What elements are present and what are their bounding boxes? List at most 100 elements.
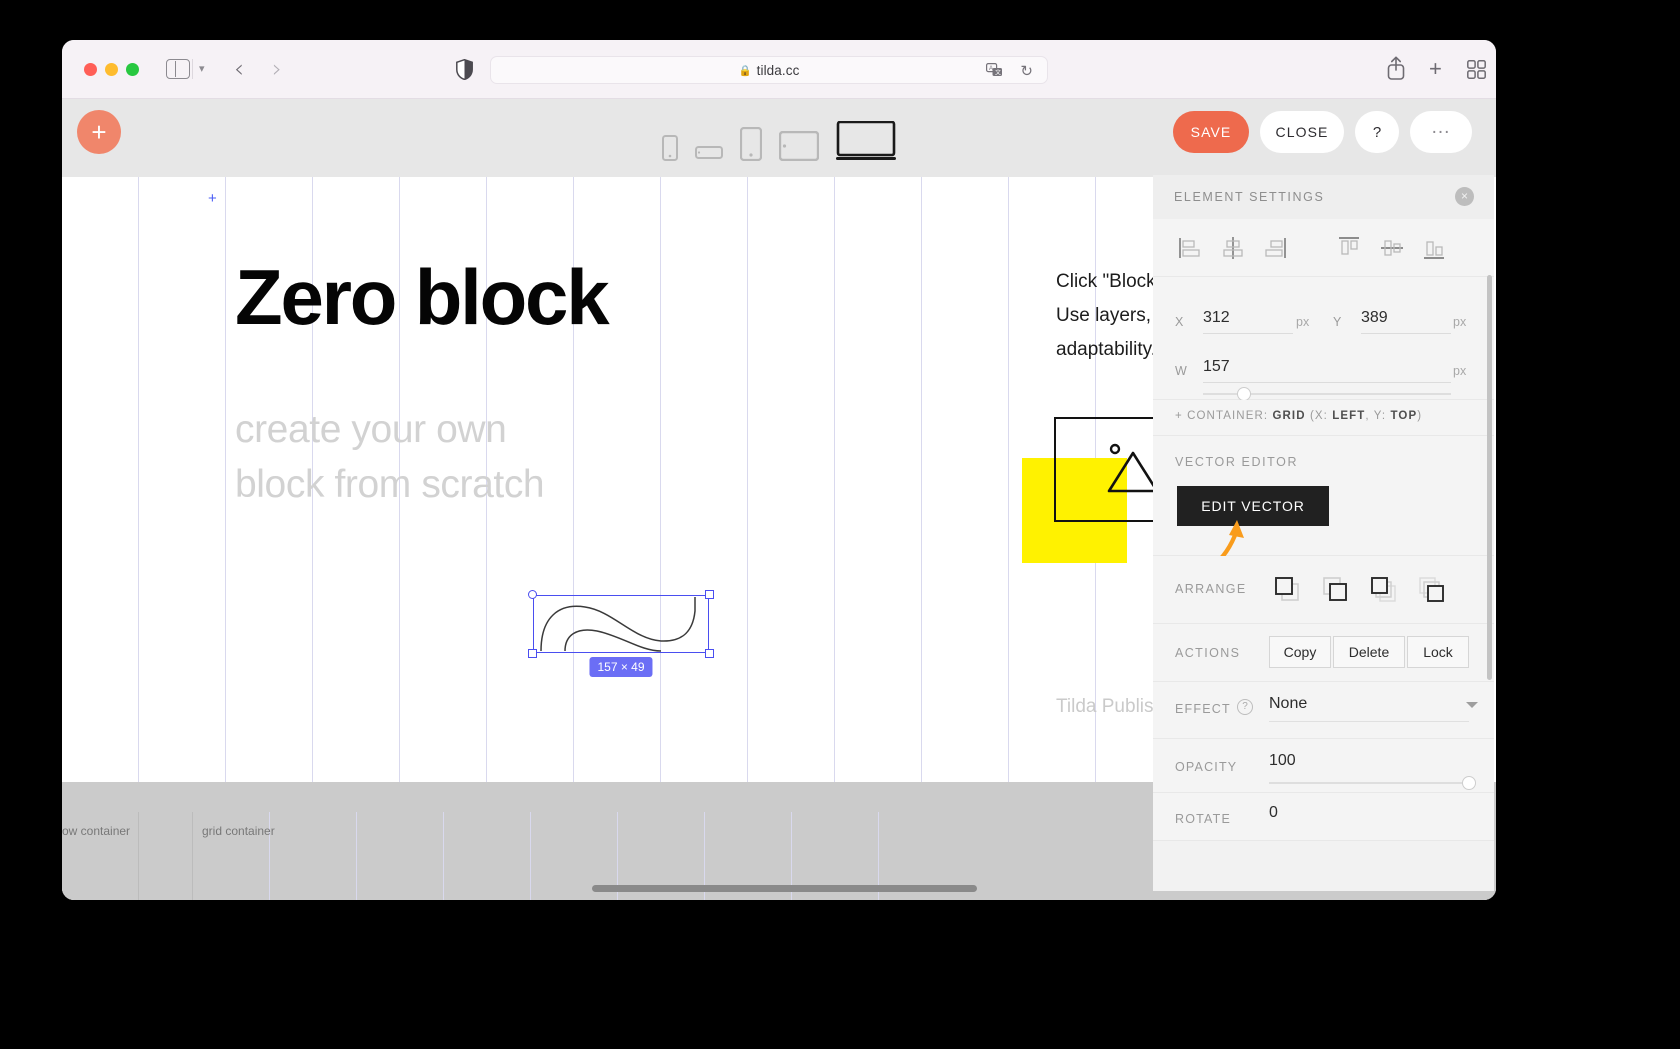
opacity-slider[interactable]	[1269, 776, 1476, 790]
align-horizontal-center-icon[interactable]	[1220, 235, 1246, 261]
resize-handle-top-right[interactable]	[705, 590, 714, 599]
align-vertical-center-icon[interactable]	[1379, 235, 1405, 261]
send-to-back-icon[interactable]	[1319, 573, 1353, 607]
w-label: W	[1175, 364, 1188, 378]
back-button[interactable]: ‹	[234, 56, 244, 82]
device-phone-small-button[interactable]	[662, 119, 678, 161]
horizontal-scrollbar[interactable]	[592, 885, 977, 892]
device-desktop-button[interactable]	[836, 119, 896, 161]
svg-text:A: A	[989, 66, 993, 72]
chevron-down-icon[interactable]	[1466, 702, 1478, 708]
coordinates-section: X 312 px Y 389 px W 157 px	[1153, 277, 1494, 401]
effect-label: EFFECT	[1175, 702, 1231, 716]
send-backward-icon[interactable]	[1415, 573, 1449, 607]
more-options-button[interactable]: ...	[1410, 111, 1472, 153]
help-button[interactable]: ?	[1355, 111, 1399, 153]
bring-forward-icon[interactable]	[1367, 573, 1401, 607]
align-bottom-icon[interactable]	[1421, 235, 1447, 261]
add-block-button[interactable]: +	[77, 110, 121, 154]
close-window-button[interactable]	[84, 63, 97, 76]
panel-scrollbar[interactable]	[1487, 275, 1492, 680]
resize-handle-bottom-right[interactable]	[705, 649, 714, 658]
grid-line	[921, 177, 922, 782]
close-editor-button[interactable]: CLOSE	[1260, 111, 1344, 153]
selected-vector-element[interactable]: 157 × 49	[528, 590, 714, 677]
minimize-window-button[interactable]	[105, 63, 118, 76]
lock-button[interactable]: Lock	[1407, 636, 1469, 668]
canvas-left-gutter	[62, 177, 138, 782]
grid-container-label[interactable]: grid container	[202, 824, 275, 838]
svg-text:文: 文	[995, 68, 1001, 76]
width-input[interactable]: 157	[1203, 358, 1451, 383]
help-icon[interactable]: ?	[1237, 699, 1253, 715]
actions-label: ACTIONS	[1175, 646, 1241, 660]
save-button[interactable]: SAVE	[1173, 111, 1249, 153]
align-left-icon[interactable]	[1178, 235, 1204, 261]
device-phone-large-button[interactable]	[740, 119, 762, 161]
resize-handle-top-left[interactable]	[528, 590, 537, 599]
alignment-row	[1153, 219, 1494, 277]
opacity-value[interactable]: 100	[1269, 752, 1296, 770]
container-comma: , Y:	[1365, 410, 1387, 422]
grid-line	[225, 177, 226, 782]
strip-divider	[192, 812, 193, 900]
edit-vector-button[interactable]: EDIT VECTOR	[1177, 486, 1329, 526]
chrome-divider	[192, 59, 193, 79]
x-label: X	[1175, 315, 1184, 329]
sidebar-icon[interactable]	[166, 59, 190, 79]
y-input[interactable]: 389	[1361, 309, 1451, 334]
width-slider-knob[interactable]	[1237, 387, 1251, 401]
grid-line	[1008, 177, 1009, 782]
align-right-icon[interactable]	[1261, 235, 1287, 261]
maximize-window-button[interactable]	[126, 63, 139, 76]
lock-icon: 🔒	[738, 64, 752, 77]
share-icon[interactable]	[1387, 56, 1405, 80]
url-text: tilda.cc	[756, 62, 800, 78]
container-prefix: + CONTAINER:	[1175, 410, 1269, 422]
device-phone-landscape-button[interactable]	[695, 119, 723, 161]
opacity-section: OPACITY 100	[1153, 739, 1494, 793]
new-tab-button[interactable]: +	[1429, 58, 1442, 80]
copy-button[interactable]: Copy	[1269, 636, 1331, 668]
container-x-value: LEFT	[1332, 410, 1366, 422]
vector-editor-label: VECTOR EDITOR	[1175, 455, 1299, 469]
reload-icon[interactable]: ↻	[1020, 62, 1033, 80]
forward-button[interactable]: ›	[272, 56, 282, 82]
shield-icon[interactable]	[456, 59, 473, 80]
element-settings-panel: ELEMENT SETTINGS × X 312 px Y 389 px W 1…	[1153, 175, 1494, 891]
container-section: + CONTAINER: GRID (X: LEFT, Y: TOP)	[1153, 400, 1494, 436]
bring-to-front-icon[interactable]	[1271, 573, 1305, 607]
tilda-toolbar: + SAVE CLOSE ? ...	[62, 99, 1496, 177]
x-input[interactable]: 312	[1203, 309, 1293, 334]
rotate-value[interactable]: 0	[1269, 804, 1278, 822]
add-element-marker[interactable]: +	[208, 191, 217, 206]
traffic-lights	[84, 63, 139, 76]
effect-section: EFFECT ? None	[1153, 682, 1494, 739]
align-top-icon[interactable]	[1336, 235, 1362, 261]
zero-block-heading[interactable]: Zero block	[235, 252, 610, 343]
width-slider[interactable]	[1203, 387, 1451, 401]
grid-line	[530, 812, 531, 900]
container-info[interactable]: + CONTAINER: GRID (X: LEFT, Y: TOP)	[1175, 410, 1422, 422]
canvas-subtitle[interactable]: create your own block from scratch	[235, 402, 545, 512]
tab-overview-icon[interactable]	[1467, 60, 1486, 79]
opacity-slider-knob[interactable]	[1462, 776, 1476, 790]
chevron-down-icon[interactable]: ▾	[199, 62, 205, 75]
container-close: )	[1417, 410, 1423, 422]
grid-line	[747, 177, 748, 782]
strip-divider	[138, 812, 139, 900]
grid-line	[443, 812, 444, 900]
rotate-label: ROTATE	[1175, 812, 1232, 826]
delete-button[interactable]: Delete	[1333, 636, 1405, 668]
url-bar[interactable]: 🔒 tilda.cc A 文 ↻	[490, 56, 1048, 84]
opacity-label: OPACITY	[1175, 760, 1238, 774]
grid-line	[138, 177, 139, 782]
device-tablet-button[interactable]	[779, 119, 819, 161]
row-container-label[interactable]: ow container	[62, 824, 130, 838]
browser-window: ▾ ‹ › 🔒 tilda.cc A 文 ↻ + + SAVE CLOSE ? …	[62, 40, 1496, 900]
translate-icon[interactable]: A 文	[986, 63, 1003, 78]
effect-select[interactable]: None	[1269, 695, 1469, 722]
actions-section: ACTIONS Copy Delete Lock	[1153, 624, 1494, 682]
close-icon[interactable]: ×	[1455, 187, 1474, 206]
resize-handle-bottom-left[interactable]	[528, 649, 537, 658]
